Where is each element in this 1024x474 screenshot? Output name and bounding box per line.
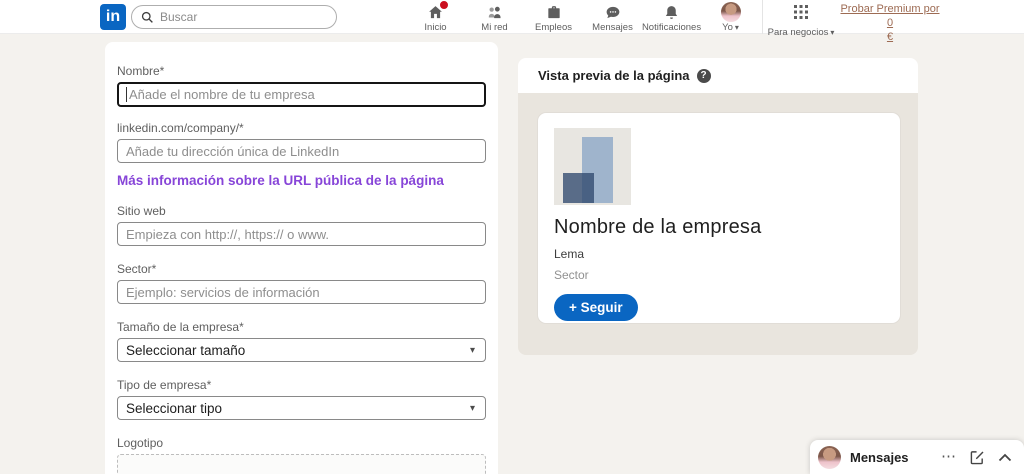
chevron-down-icon: ▾ xyxy=(470,403,475,414)
company-logo-placeholder xyxy=(554,128,631,205)
website-label: Sitio web xyxy=(117,204,486,218)
compose-icon[interactable] xyxy=(970,450,985,465)
preview-body: Nombre de la empresa Lema Sector + Segui… xyxy=(518,93,918,355)
notification-dot xyxy=(439,0,449,10)
search-icon xyxy=(141,11,154,24)
company-size-select[interactable]: Seleccionar tamaño ▾ xyxy=(117,338,486,362)
chevron-down-icon: ▾ xyxy=(735,23,739,32)
top-navigation-bar: in Inicio xyxy=(0,0,1024,34)
briefcase-icon xyxy=(545,3,563,21)
messaging-dock[interactable]: Mensajes ⋯ xyxy=(810,440,1024,474)
preview-tagline: Lema xyxy=(554,247,884,261)
company-type-select[interactable]: Seleccionar tipo ▾ xyxy=(117,396,486,420)
nav-label: Para negocios xyxy=(768,27,829,38)
url-label: linkedin.com/company/* xyxy=(117,121,486,135)
industry-input[interactable] xyxy=(117,280,486,304)
company-preview-card: Nombre de la empresa Lema Sector + Segui… xyxy=(538,113,900,323)
nav-item-messaging[interactable]: Mensajes xyxy=(583,0,642,34)
industry-label: Sector* xyxy=(117,262,486,276)
nav-label: Mensajes xyxy=(592,22,633,33)
nav-item-jobs[interactable]: Empleos xyxy=(524,0,583,34)
website-input[interactable] xyxy=(117,222,486,246)
premium-upsell-link[interactable]: Probar Premium por 0 € xyxy=(838,3,942,44)
logo-bar-dark xyxy=(563,173,594,202)
search-bar[interactable] xyxy=(131,5,337,29)
nav-item-home[interactable]: Inicio xyxy=(406,0,465,34)
nav-label: Empleos xyxy=(535,22,572,33)
chevron-down-icon: ▾ xyxy=(830,28,834,37)
dock-title: Mensajes xyxy=(850,450,932,465)
premium-text-line2: € xyxy=(887,31,893,43)
primary-nav: Inicio Mi red Empleos xyxy=(406,0,760,34)
nav-item-for-business[interactable]: Para negocios ▾ xyxy=(766,0,836,34)
page-preview-panel: Vista previa de la página ? Nombre de la… xyxy=(518,58,918,355)
nav-label: Yo xyxy=(722,22,733,33)
linkedin-logo[interactable]: in xyxy=(100,4,126,30)
premium-text-line1: Probar Premium por 0 xyxy=(840,3,939,29)
preview-company-name: Nombre de la empresa xyxy=(554,216,884,239)
nav-item-me[interactable]: Yo ▾ xyxy=(701,0,760,34)
company-type-label: Tipo de empresa* xyxy=(117,378,486,392)
help-icon[interactable]: ? xyxy=(697,69,711,83)
grid-icon xyxy=(793,4,809,25)
company-url-input[interactable] xyxy=(117,139,486,163)
name-label: Nombre* xyxy=(117,64,486,78)
nav-label: Mi red xyxy=(481,22,507,33)
preview-header: Vista previa de la página ? xyxy=(518,58,918,93)
selected-type-value: Seleccionar tipo xyxy=(126,401,222,416)
logo-upload-dropzone[interactable]: Seleccionar archivo Cargar para previsua… xyxy=(117,454,486,474)
more-options-icon[interactable]: ⋯ xyxy=(941,452,957,462)
preview-industry: Sector xyxy=(554,268,884,282)
me-avatar xyxy=(721,2,741,22)
chevron-up-icon[interactable] xyxy=(998,453,1012,462)
logo-label: Logotipo xyxy=(117,436,486,450)
chevron-down-icon: ▾ xyxy=(470,345,475,356)
selected-size-value: Seleccionar tamaño xyxy=(126,343,245,358)
nav-item-notifications[interactable]: Notificaciones xyxy=(642,0,701,34)
url-help-link[interactable]: Más información sobre la URL pública de … xyxy=(117,173,444,188)
network-icon xyxy=(485,3,504,21)
company-form-card: Nombre* linkedin.com/company/* Más infor… xyxy=(105,42,498,474)
preview-title: Vista previa de la página xyxy=(538,68,690,83)
company-name-input[interactable] xyxy=(117,82,486,107)
bell-icon xyxy=(663,3,680,21)
nav-item-network[interactable]: Mi red xyxy=(465,0,524,34)
nav-label: Notificaciones xyxy=(642,22,701,33)
search-input[interactable] xyxy=(160,10,310,24)
company-size-label: Tamaño de la empresa* xyxy=(117,320,486,334)
text-cursor xyxy=(126,87,127,102)
nav-divider xyxy=(762,0,763,34)
nav-label: Inicio xyxy=(424,22,446,33)
messaging-icon xyxy=(604,3,622,21)
dock-avatar xyxy=(818,446,841,469)
follow-button[interactable]: + Seguir xyxy=(554,294,638,321)
